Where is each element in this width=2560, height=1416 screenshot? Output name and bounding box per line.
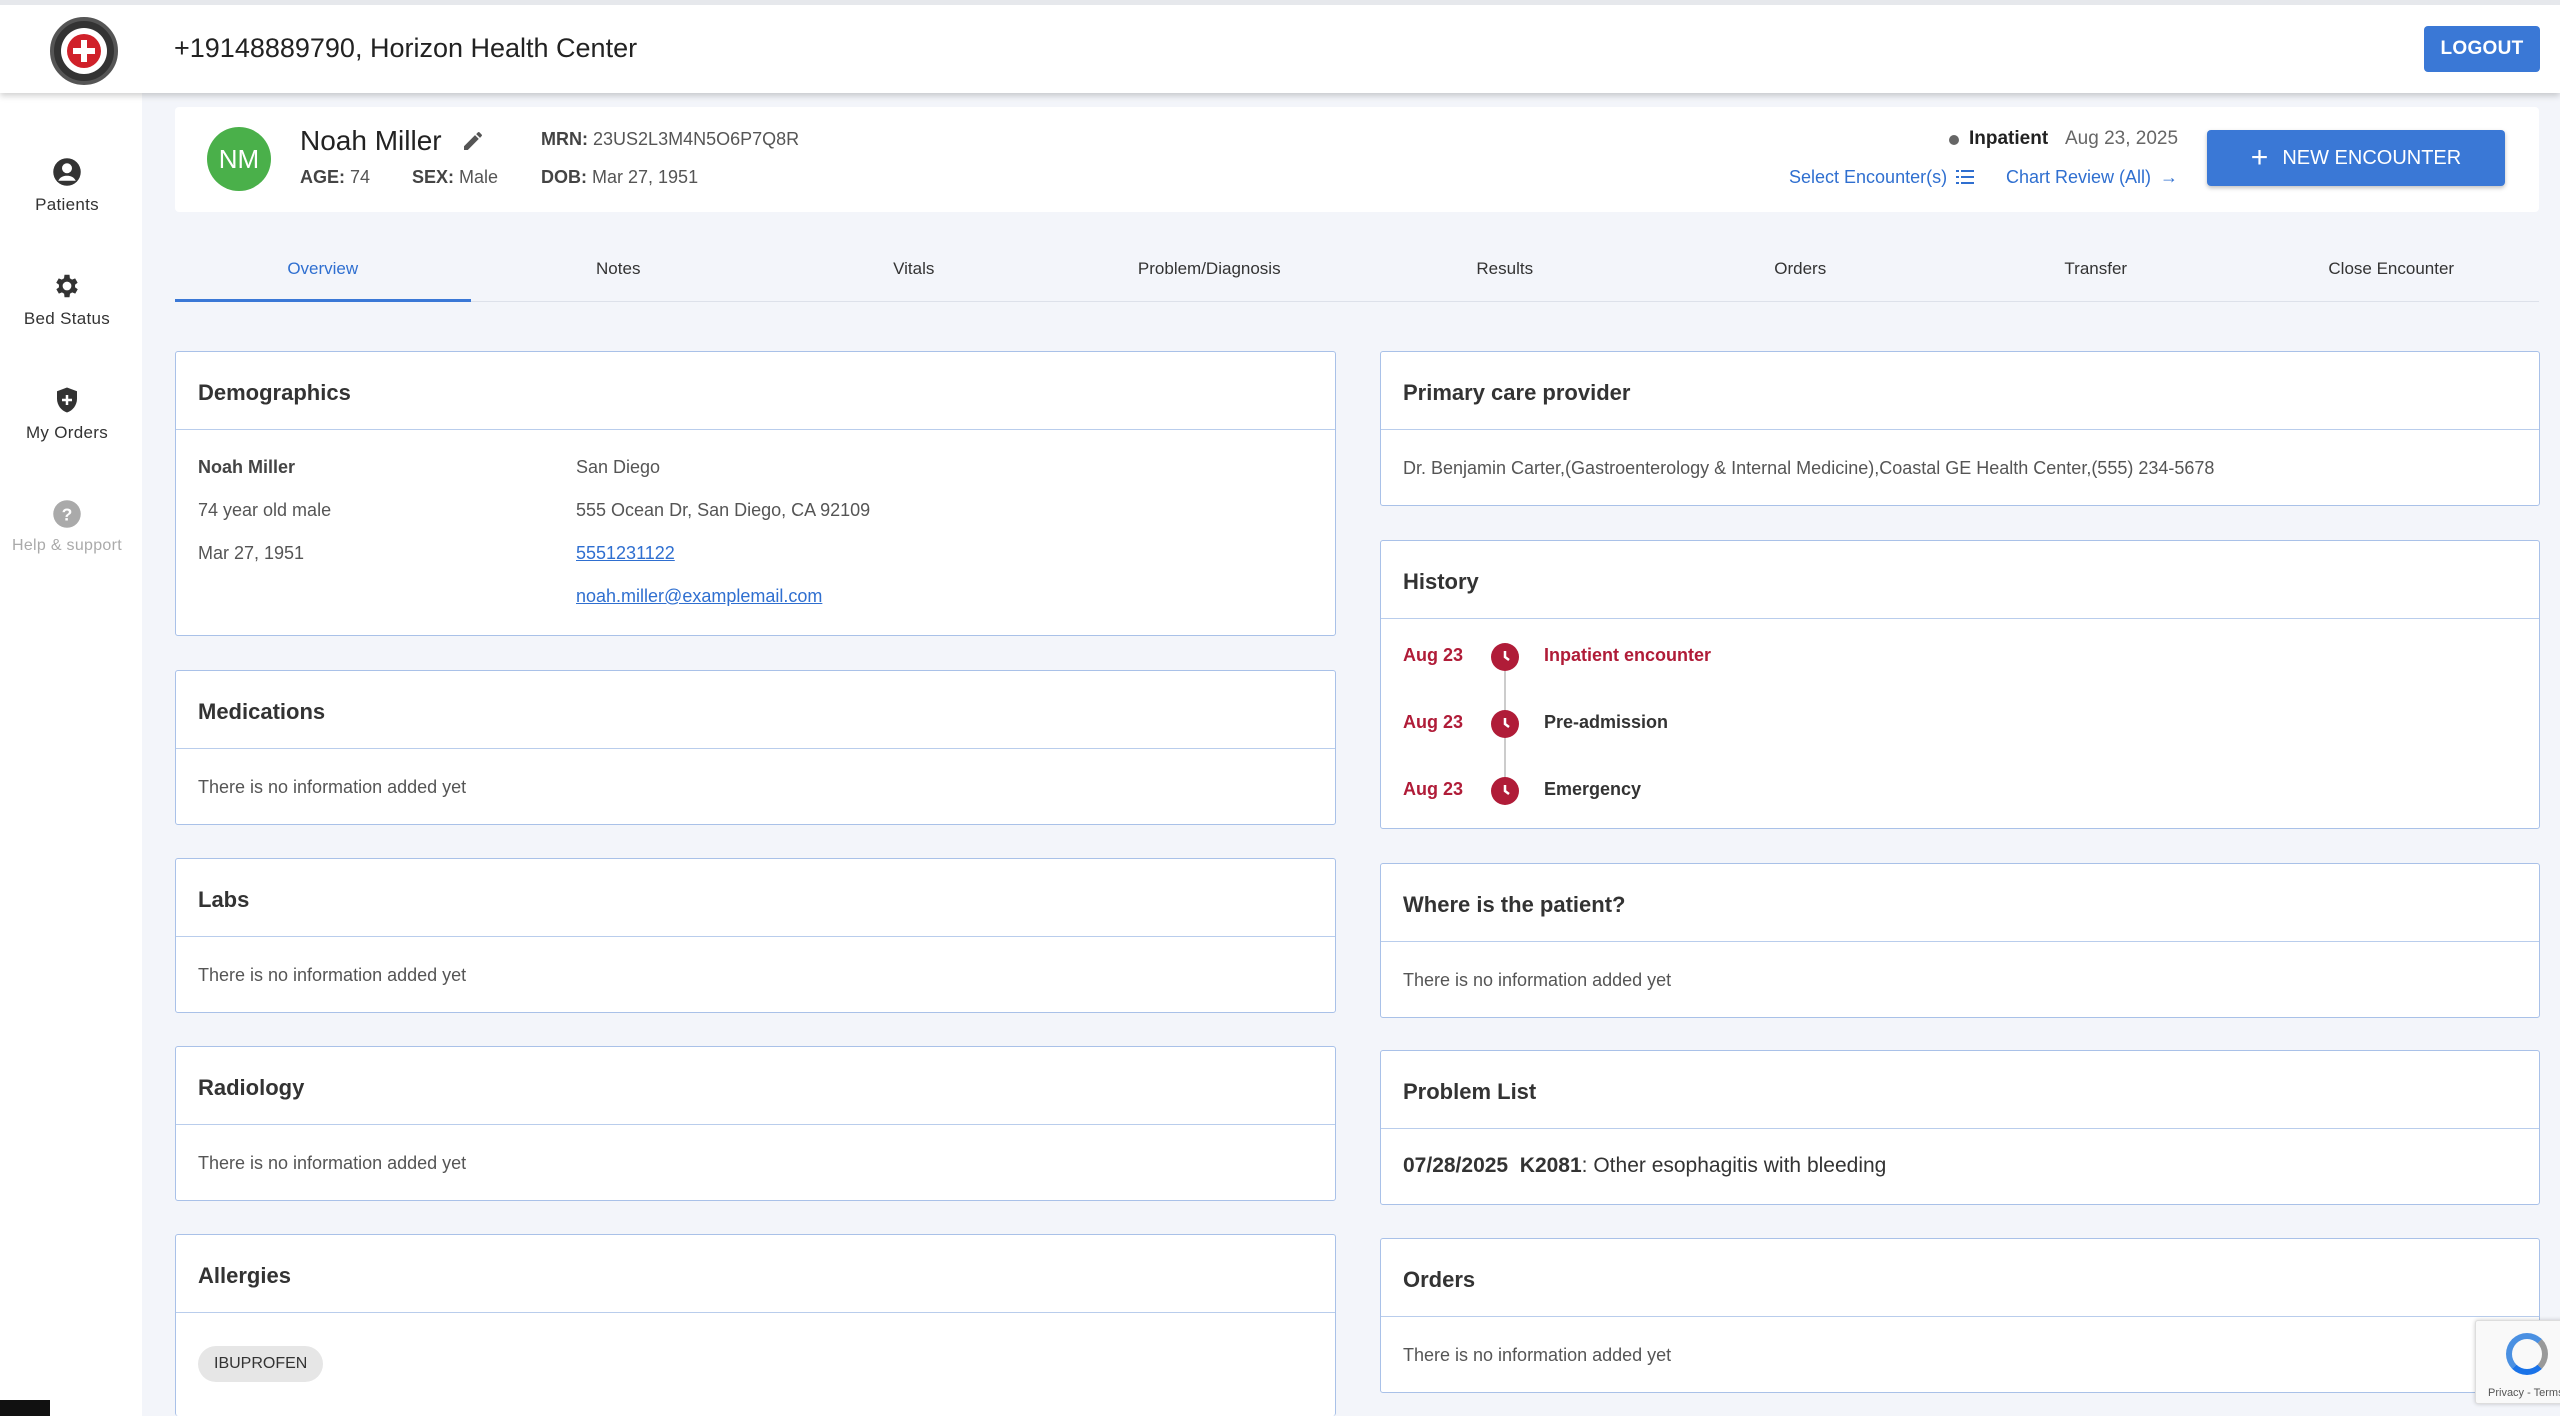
recaptcha-text: Privacy - Terms — [2488, 1387, 2560, 1399]
sidebar-item-bed-status[interactable]: Bed Status — [0, 271, 134, 329]
panel-title: Demographics — [176, 352, 1335, 430]
plus-icon: + — [2250, 141, 2269, 174]
empty-message: There is no information added yet — [1403, 970, 1672, 990]
patient-age: AGE: 74 — [300, 167, 371, 187]
clock-icon — [1491, 777, 1519, 805]
history-date: Aug 23 — [1403, 712, 1464, 732]
panel-title: Labs — [176, 859, 1335, 937]
patient-name: Noah Miller — [300, 125, 442, 156]
panel-title: Orders — [1381, 1239, 2539, 1317]
demo-city: San Diego — [576, 457, 661, 477]
shield-plus-icon — [57, 387, 77, 413]
status-dot — [1949, 135, 1959, 145]
where-panel: Where is the patient? There is no inform… — [1380, 863, 2540, 1018]
logout-button[interactable]: LOGOUT — [2424, 26, 2540, 72]
tab-notes[interactable]: Notes — [471, 237, 767, 301]
recaptcha-badge[interactable]: Privacy - Terms — [2475, 1320, 2560, 1404]
gear-icon — [56, 274, 78, 298]
arrow-right-icon: → — [2160, 167, 2179, 187]
patient-sex: SEX: Male — [412, 167, 499, 187]
problem-item: 07/28/2025 K2081: Other esophagitis with… — [1403, 1154, 1887, 1177]
tab-results[interactable]: Results — [1357, 237, 1653, 301]
help-circle-icon: ? — [53, 500, 81, 528]
tab-overview[interactable]: Overview — [175, 237, 471, 302]
demo-dob: Mar 27, 1951 — [198, 543, 305, 563]
demo-age-sex: 74 year old male — [198, 500, 332, 520]
empty-message: There is no information added yet — [198, 965, 467, 985]
select-encounters-link[interactable]: Select Encounter(s) — [1789, 167, 1975, 188]
problem-list-panel: Problem List 07/28/2025 K2081: Other eso… — [1380, 1050, 2540, 1205]
screen-corner — [0, 1400, 50, 1416]
person-circle-icon — [53, 158, 81, 186]
history-label: Pre-admission — [1544, 712, 1669, 732]
history-label: Inpatient encounter — [1544, 645, 1712, 665]
patient-mrn: MRN: 23US2L3M4N5O6P7Q8R — [541, 129, 800, 149]
panel-title: Radiology — [176, 1047, 1335, 1125]
tab-bar: Overview Notes Vitals Problem/Diagnosis … — [175, 237, 2539, 302]
panel-title: Allergies — [176, 1235, 1335, 1313]
demo-address: 555 Ocean Dr, San Diego, CA 92109 — [576, 500, 871, 520]
panel-title: Where is the patient? — [1381, 864, 2539, 942]
history-date: Aug 23 — [1403, 645, 1464, 665]
empty-message: There is no information added yet — [1403, 1345, 1672, 1365]
medical-cross-icon — [67, 34, 101, 68]
orders-panel: Orders There is no information added yet — [1380, 1238, 2540, 1393]
patient-dob: DOB: Mar 27, 1951 — [541, 167, 699, 187]
top-header: +19148889790, Horizon Health Center LOGO… — [0, 0, 2560, 93]
demo-phone-link[interactable]: 5551231122 — [576, 543, 675, 564]
tab-close-encounter[interactable]: Close Encounter — [2244, 237, 2540, 301]
radiology-panel: Radiology There is no information added … — [175, 1046, 1336, 1201]
app-logo[interactable] — [50, 17, 118, 85]
history-panel: History Aug 23 Inpatient encounter Aug 2… — [1380, 540, 2540, 829]
clock-icon — [1491, 643, 1519, 671]
tab-problem-diagnosis[interactable]: Problem/Diagnosis — [1062, 237, 1358, 301]
demo-email-link[interactable]: noah.miller@examplemail.com — [576, 586, 822, 607]
clock-icon — [1491, 710, 1519, 738]
panel-title: Problem List — [1381, 1051, 2539, 1129]
avatar: NM — [207, 127, 271, 191]
panel-title: Medications — [176, 671, 1335, 749]
history-date: Aug 23 — [1403, 779, 1464, 799]
logo-inner — [61, 28, 107, 74]
patient-header-card: NM Noah Miller AGE: 74 SEX: Male MRN: 23… — [175, 107, 2539, 212]
history-label: Emergency — [1544, 779, 1642, 799]
list-icon — [1956, 170, 1975, 184]
sidebar-item-patients[interactable]: Patients — [0, 157, 134, 215]
sidebar-item-label: My Orders — [25, 423, 109, 442]
medications-panel: Medications There is no information adde… — [175, 670, 1336, 825]
svg-text:?: ? — [62, 504, 73, 524]
tab-vitals[interactable]: Vitals — [766, 237, 1062, 301]
sidebar-item-help[interactable]: ? Help & support — [0, 499, 134, 555]
header-title: +19148889790, Horizon Health Center — [174, 33, 638, 63]
recaptcha-icon — [2506, 1333, 2548, 1375]
allergy-chip: IBUPROFEN — [198, 1346, 324, 1382]
allergies-panel: Allergies IBUPROFEN — [175, 1234, 1336, 1416]
sidebar-item-label: Patients — [35, 195, 99, 214]
sidebar-item-my-orders[interactable]: My Orders — [0, 385, 134, 443]
chart-review-link[interactable]: Chart Review (All) → — [2006, 167, 2178, 188]
tab-transfer[interactable]: Transfer — [1948, 237, 2244, 301]
empty-message: There is no information added yet — [198, 1153, 467, 1173]
encounter-date: Aug 23, 2025 — [2065, 128, 2179, 149]
sidebar: Patients Bed Status My Orders ? Help & s… — [0, 93, 142, 1416]
encounter-status: Inpatient — [1969, 128, 2049, 149]
labs-panel: Labs There is no information added yet — [175, 858, 1336, 1013]
empty-message: There is no information added yet — [198, 777, 467, 797]
new-encounter-button[interactable]: + NEW ENCOUNTER — [2207, 130, 2505, 186]
panel-title: Primary care provider — [1381, 352, 2539, 430]
demographics-panel: Demographics Noah Miller 74 year old mal… — [175, 351, 1336, 636]
sidebar-item-label: Bed Status — [23, 309, 111, 328]
demo-name: Noah Miller — [198, 457, 296, 477]
pcp-details: Dr. Benjamin Carter,(Gastroenterology & … — [1403, 458, 2215, 478]
sidebar-item-label: Help & support — [11, 537, 123, 554]
pcp-panel: Primary care provider Dr. Benjamin Carte… — [1380, 351, 2540, 506]
pencil-edit-icon[interactable] — [461, 129, 485, 153]
tab-orders[interactable]: Orders — [1653, 237, 1949, 301]
panel-title: History — [1381, 541, 2539, 619]
